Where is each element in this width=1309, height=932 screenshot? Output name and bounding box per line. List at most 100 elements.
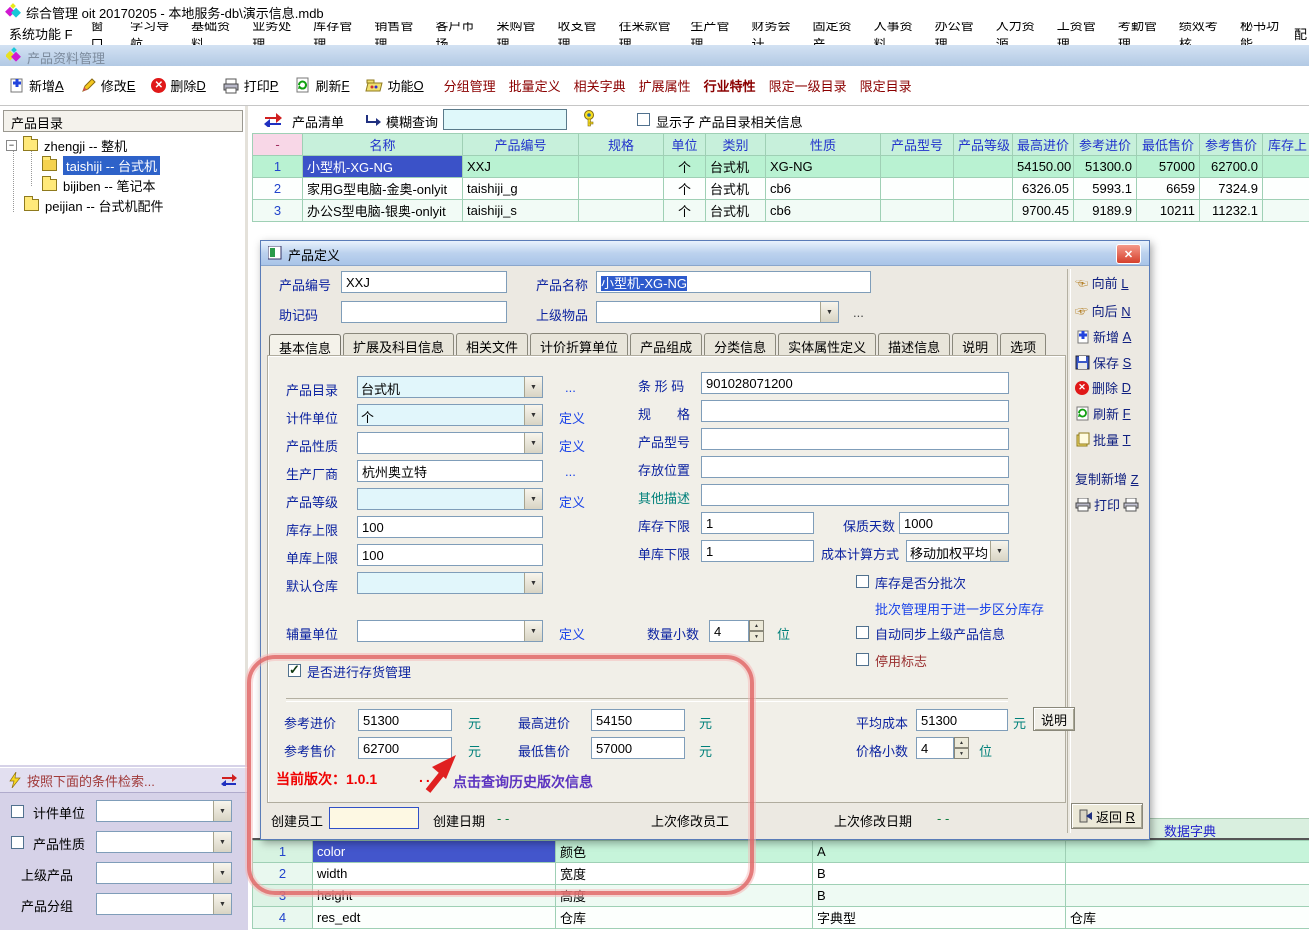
menu-item-office[interactable]: 办公管理 bbox=[926, 22, 987, 46]
dict-row-3[interactable]: 3 height 高度 B bbox=[253, 885, 1309, 907]
menu-item-assets[interactable]: 固定资产 bbox=[804, 22, 865, 46]
menu-item-truncated[interactable]: 配 bbox=[1292, 24, 1309, 43]
limit-first-dir-link[interactable]: 限定一级目录 bbox=[769, 76, 847, 95]
single-lower-input[interactable] bbox=[701, 540, 814, 562]
menu-item-hr-data[interactable]: 人事资料 bbox=[865, 22, 926, 46]
combo-arrow-icon[interactable]: ▼ bbox=[213, 863, 231, 883]
group-manage-link[interactable]: 分组管理 bbox=[444, 76, 496, 95]
swap-icon[interactable] bbox=[263, 113, 283, 127]
delete-button[interactable]: ✕ 删除D bbox=[151, 76, 205, 95]
dict-row-2[interactable]: 2 width 宽度 B bbox=[253, 863, 1309, 885]
warehouse-combo[interactable]: ▼ bbox=[357, 572, 543, 594]
menu-item-payments[interactable]: 收支管理 bbox=[549, 22, 610, 46]
other-desc-input[interactable] bbox=[701, 484, 1009, 506]
add-button[interactable]: 新增 A bbox=[1075, 327, 1131, 346]
spec-input[interactable] bbox=[701, 400, 1009, 422]
combo-arrow-icon[interactable]: ▼ bbox=[524, 405, 542, 425]
refresh-button[interactable]: 刷新 F bbox=[1075, 404, 1131, 423]
spinner-up-icon[interactable]: ▲ bbox=[749, 620, 764, 631]
batch-button[interactable]: 批量 T bbox=[1075, 430, 1131, 449]
combo-arrow-icon[interactable]: ▼ bbox=[213, 832, 231, 852]
barcode-input[interactable] bbox=[701, 372, 1009, 394]
col-maxin[interactable]: 最高进价 bbox=[1013, 134, 1074, 156]
col-dash[interactable]: - bbox=[253, 134, 303, 156]
print-button[interactable]: 打印P bbox=[222, 76, 279, 95]
menu-item-window[interactable]: 窗口 bbox=[82, 22, 122, 46]
version-hint[interactable]: 点击查询历史版次信息 bbox=[453, 772, 593, 792]
show-sub-checkbox[interactable] bbox=[637, 113, 650, 126]
expand-toggle-icon[interactable]: − bbox=[6, 140, 17, 151]
delete-button[interactable]: ✕ 删除 D bbox=[1075, 378, 1131, 397]
single-upper-input[interactable] bbox=[357, 544, 543, 566]
aux-define-link[interactable]: 定义 bbox=[559, 624, 585, 643]
catalog-combo[interactable]: 台式机▼ bbox=[357, 376, 543, 398]
menu-item-inventory[interactable]: 库存管理 bbox=[304, 22, 365, 46]
col-code[interactable]: 产品编号 bbox=[463, 134, 579, 156]
combo-arrow-icon[interactable]: ▼ bbox=[524, 489, 542, 509]
batch-checkbox[interactable] bbox=[856, 575, 869, 588]
fuzzy-search-input[interactable] bbox=[443, 109, 567, 130]
other-desc-label[interactable]: 其他描述 bbox=[638, 488, 690, 507]
close-icon[interactable]: ✕ bbox=[1116, 244, 1141, 264]
nature-define-link[interactable]: 定义 bbox=[559, 436, 585, 455]
nature-filter-checkbox[interactable] bbox=[11, 836, 24, 849]
cost-method-combo[interactable]: 移动加权平均▼ bbox=[906, 540, 1009, 562]
maker-more-link[interactable]: ... bbox=[565, 464, 576, 479]
col-grade[interactable]: 产品等级 bbox=[954, 134, 1013, 156]
grade-define-link[interactable]: 定义 bbox=[559, 492, 585, 511]
combo-arrow-icon[interactable]: ▼ bbox=[990, 541, 1008, 561]
function-button[interactable]: 功能O bbox=[365, 76, 423, 95]
aux-unit-combo[interactable]: ▼ bbox=[357, 620, 543, 642]
col-model[interactable]: 产品型号 bbox=[881, 134, 954, 156]
stock-lower-input[interactable] bbox=[701, 512, 814, 534]
location-input[interactable] bbox=[701, 456, 1009, 478]
swap-icon[interactable] bbox=[220, 774, 238, 786]
menu-item-system[interactable]: 系统功能 F bbox=[0, 24, 82, 43]
menu-item-secretary[interactable]: 秘书功能 bbox=[1231, 22, 1292, 46]
return-button[interactable]: 返回 R bbox=[1071, 803, 1143, 829]
sync-checkbox[interactable] bbox=[856, 626, 869, 639]
print-button[interactable]: 打印 bbox=[1075, 495, 1139, 514]
spinner-down-icon[interactable]: ▼ bbox=[749, 631, 764, 642]
menu-item-learn[interactable]: 学习导航 bbox=[121, 22, 182, 46]
menu-item-business[interactable]: 业务处理 bbox=[243, 22, 304, 46]
menu-item-finance[interactable]: 财务会计 bbox=[742, 22, 803, 46]
parent-item-combo[interactable]: ▼ bbox=[596, 301, 839, 323]
qty-decimal-stepper[interactable]: ▲▼ bbox=[749, 620, 764, 642]
product-row-2[interactable]: 2 家用G型电脑-金奥-onlyit taishiji_g 个 台式机 cb6 … bbox=[253, 178, 1309, 200]
combo-arrow-icon[interactable]: ▼ bbox=[524, 433, 542, 453]
disable-checkbox[interactable] bbox=[856, 653, 869, 666]
mnemonic-input[interactable] bbox=[341, 301, 507, 323]
next-button[interactable]: ☞ 向后 N bbox=[1075, 301, 1131, 320]
col-name[interactable]: 名称 bbox=[303, 134, 463, 156]
unit-filter-combo[interactable]: ▼ bbox=[96, 800, 232, 822]
combo-arrow-icon[interactable]: ▼ bbox=[524, 377, 542, 397]
unit-filter-checkbox[interactable] bbox=[11, 805, 24, 818]
industry-link[interactable]: 行业特性 bbox=[704, 76, 756, 95]
menu-item-purchase[interactable]: 采购管理 bbox=[487, 22, 548, 46]
col-stock[interactable]: 库存上 bbox=[1263, 134, 1309, 156]
tree-item-zhengji[interactable]: − zhengji -- 整机 bbox=[6, 136, 127, 154]
new-button[interactable]: 新增A bbox=[8, 76, 64, 95]
menu-item-sales[interactable]: 销售管理 bbox=[365, 22, 426, 46]
inventory-checkbox[interactable] bbox=[288, 664, 301, 677]
grade-combo[interactable]: ▼ bbox=[357, 488, 543, 510]
combo-arrow-icon[interactable]: ▼ bbox=[524, 621, 542, 641]
unit-combo[interactable]: 个▼ bbox=[357, 404, 543, 426]
key-icon[interactable] bbox=[582, 109, 597, 128]
col-minout[interactable]: 最低售价 bbox=[1137, 134, 1200, 156]
product-row-1[interactable]: 1 小型机-XG-NG XXJ 个 台式机 XG-NG 54150.00 513… bbox=[253, 156, 1309, 178]
menu-item-attendance[interactable]: 考勤管理 bbox=[1109, 22, 1170, 46]
prev-button[interactable]: ☜ 向前 L bbox=[1075, 273, 1129, 292]
menu-item-salary[interactable]: 工资管理 bbox=[1048, 22, 1109, 46]
spinner-down-icon[interactable]: ▼ bbox=[954, 748, 969, 759]
dict-row-1[interactable]: 1 color 颜色 A bbox=[253, 841, 1309, 863]
combo-arrow-icon[interactable]: ▼ bbox=[524, 573, 542, 593]
col-refout[interactable]: 参考售价 bbox=[1200, 134, 1263, 156]
combo-arrow-icon[interactable]: ▼ bbox=[820, 302, 838, 322]
tree-item-bijiben[interactable]: bijiben -- 笔记本 bbox=[42, 176, 155, 194]
stock-upper-input[interactable] bbox=[357, 516, 543, 538]
combo-arrow-icon[interactable]: ▼ bbox=[213, 894, 231, 914]
qty-decimal-input[interactable] bbox=[709, 620, 749, 642]
maker-input[interactable] bbox=[357, 460, 543, 482]
